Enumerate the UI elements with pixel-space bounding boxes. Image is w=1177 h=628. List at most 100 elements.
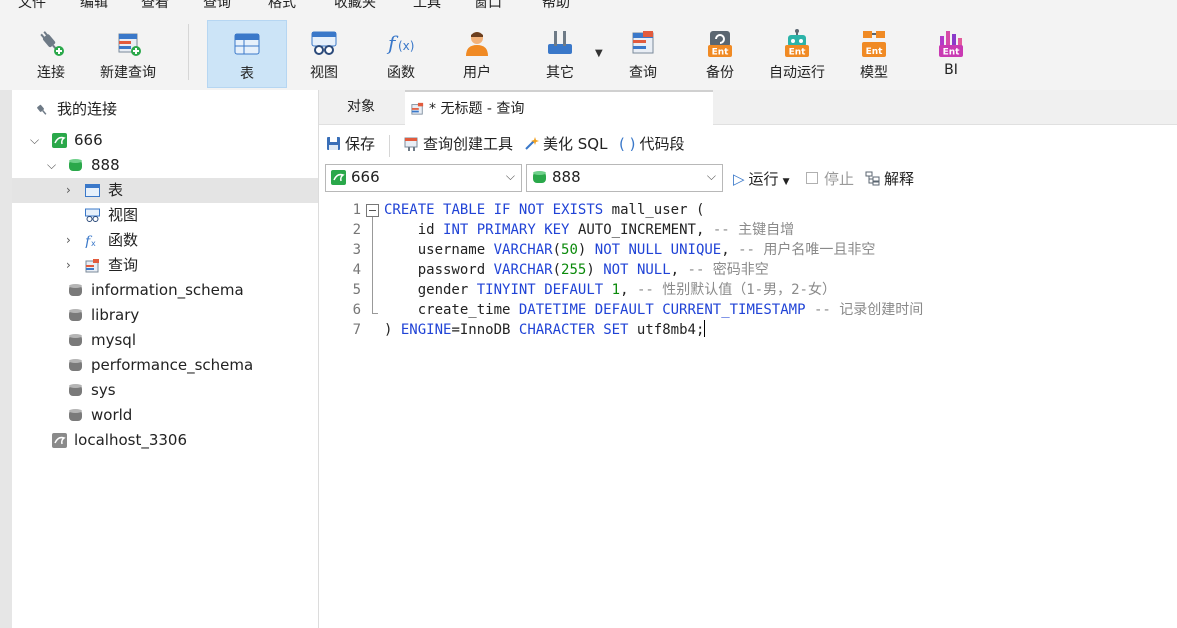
database-icon (69, 359, 82, 371)
model-icon: Ent (862, 31, 886, 57)
tree-item-database[interactable]: information_schema (12, 278, 318, 303)
bi-button[interactable]: Ent BI (912, 20, 990, 88)
code-line[interactable]: id INT PRIMARY KEY AUTO_INCREMENT, -- 主键… (384, 220, 923, 240)
stop-icon (806, 172, 818, 184)
tree-item-functions[interactable]: › fx 函数 (12, 228, 318, 253)
query-icon (85, 259, 99, 273)
tree-item-database[interactable]: library (12, 303, 318, 328)
chevron-right-icon[interactable]: › (66, 178, 71, 203)
run-label: 运行 (748, 170, 779, 188)
sql-code[interactable]: CREATE TABLE IF NOT EXISTS mall_user ( i… (384, 200, 923, 340)
new-query-icon (118, 33, 141, 56)
line-number-gutter: 1 2 3 4 5 6 7 (319, 196, 363, 628)
my-connections-header[interactable]: 我的连接 (12, 97, 318, 122)
backup-icon: Ent (708, 31, 732, 58)
code-line[interactable]: CREATE TABLE IF NOT EXISTS mall_user ( (384, 200, 923, 220)
tree-item-label: 表 (108, 181, 124, 199)
tab-objects[interactable]: 对象 (347, 90, 375, 124)
code-snippet-label: 代码段 (639, 135, 685, 153)
tree-item-queries[interactable]: › 查询 (12, 253, 318, 278)
chevron-right-icon[interactable]: › (66, 228, 71, 253)
table-button[interactable]: 表 (207, 20, 287, 88)
svg-text:Ent: Ent (789, 48, 807, 58)
view-button[interactable]: 视图 (285, 20, 363, 88)
sql-editor[interactable]: 1 2 3 4 5 6 7 CREATE TABLE IF NOT EXISTS… (319, 196, 1177, 628)
tree-item-database[interactable]: world (12, 403, 318, 428)
code-line[interactable]: gender TINYINT DEFAULT 1, -- 性别默认值（1-男，2… (384, 280, 923, 300)
bi-label: BI (944, 62, 958, 78)
tree-item-database[interactable]: mysql (12, 328, 318, 353)
user-label: 用户 (463, 65, 491, 81)
menu-help[interactable]: 帮助 (542, 0, 570, 12)
fold-toggle-icon[interactable] (366, 204, 379, 217)
chevron-down-icon[interactable]: ⌵ (47, 153, 56, 178)
tree-item-label: world (91, 406, 133, 424)
menu-edit[interactable]: 编辑 (80, 0, 108, 12)
svg-text:x: x (91, 239, 96, 248)
tree-item-connection-localhost[interactable]: localhost_3306 (12, 428, 318, 453)
database-icon (69, 409, 82, 421)
query-selector-bar: 666 ⌵ 888 ⌵ ▷ 运行 ▼ 停止 解释 (319, 162, 1177, 194)
connect-button[interactable]: 连接 (12, 20, 90, 88)
user-button[interactable]: 用户 (438, 20, 516, 88)
menu-tools[interactable]: 工具 (413, 0, 441, 12)
code-snippet-button[interactable]: ( ) 代码段 (619, 134, 685, 154)
explain-button[interactable]: 解释 (865, 169, 914, 189)
tree-item-label: 函数 (108, 231, 139, 249)
code-line[interactable]: ) ENGINE=InnoDB CHARACTER SET utf8mb4; (384, 320, 923, 340)
fold-guide-end (372, 313, 378, 314)
query-button[interactable]: 查询 (604, 20, 682, 88)
auto-run-button[interactable]: Ent 自动运行 (758, 20, 836, 88)
menu-view[interactable]: 查看 (141, 0, 169, 12)
function-label: 函数 (387, 65, 415, 81)
tree-item-label: 查询 (108, 256, 139, 274)
chevron-down-icon: ⌵ (706, 169, 716, 183)
view-icon (85, 208, 100, 222)
toolbar-divider (188, 24, 189, 80)
beautify-sql-button[interactable]: 美化 SQL (524, 134, 607, 154)
connection-select[interactable]: 666 ⌵ (325, 164, 522, 192)
tree-item-database-888[interactable]: ⌵ 888 (12, 153, 318, 178)
code-line[interactable]: create_time DATETIME DEFAULT CURRENT_TIM… (384, 300, 924, 320)
plug-icon (37, 104, 47, 115)
explain-icon (865, 171, 880, 186)
my-connections-label: 我的连接 (57, 100, 118, 118)
query-builder-button[interactable]: 查询创建工具 (404, 134, 513, 154)
chevron-right-icon[interactable]: › (66, 253, 71, 278)
chevron-down-icon[interactable]: ⌵ (30, 128, 39, 153)
tree-item-label: mysql (91, 331, 136, 349)
tree-item-label: information_schema (91, 281, 244, 299)
tab-untitled-query[interactable]: * 无标题 - 查询 (405, 90, 713, 125)
run-button[interactable]: ▷ 运行 ▼ (733, 169, 789, 189)
model-button[interactable]: Ent 模型 (835, 20, 913, 88)
tree-item-label: library (91, 306, 140, 324)
menu-format[interactable]: 格式 (268, 0, 296, 12)
table-icon (234, 33, 260, 55)
menu-favorites[interactable]: 收藏夹 (334, 0, 376, 12)
query-icon (632, 31, 654, 54)
other-dropdown-icon[interactable]: ▼ (595, 48, 603, 59)
menu-window[interactable]: 窗口 (474, 0, 502, 12)
new-query-button[interactable]: 新建查询 (89, 20, 167, 88)
code-line[interactable]: password VARCHAR(255) NOT NULL, -- 密码非空 (384, 260, 923, 280)
tree-item-database[interactable]: performance_schema (12, 353, 318, 378)
tree-item-tables[interactable]: › 表 (12, 178, 318, 203)
function-button[interactable]: f (x) 函数 (362, 20, 440, 88)
query-builder-label: 查询创建工具 (423, 135, 514, 153)
backup-button[interactable]: Ent 备份 (681, 20, 759, 88)
stop-button[interactable]: 停止 (806, 169, 854, 189)
connection-navigator: 我的连接 ⌵ 666 ⌵ 888 › 表 视图 › fx 函数 › 查询 inf… (12, 90, 319, 628)
code-line[interactable]: username VARCHAR(50) NOT NULL UNIQUE, --… (384, 240, 923, 260)
tree-item-database[interactable]: sys (12, 378, 318, 403)
other-button[interactable]: 其它 (521, 20, 599, 88)
database-select[interactable]: 888 ⌵ (526, 164, 723, 192)
save-button[interactable]: 保存 (326, 134, 375, 154)
menu-query[interactable]: 查询 (203, 0, 231, 12)
window-edge (0, 90, 12, 628)
tree-item-connection-666[interactable]: ⌵ 666 (12, 128, 318, 153)
tree-item-views[interactable]: 视图 (12, 203, 318, 228)
save-icon (327, 137, 340, 150)
database-icon (69, 159, 82, 171)
menu-file[interactable]: 文件 (18, 0, 46, 12)
run-dropdown-icon[interactable]: ▼ (783, 177, 790, 187)
